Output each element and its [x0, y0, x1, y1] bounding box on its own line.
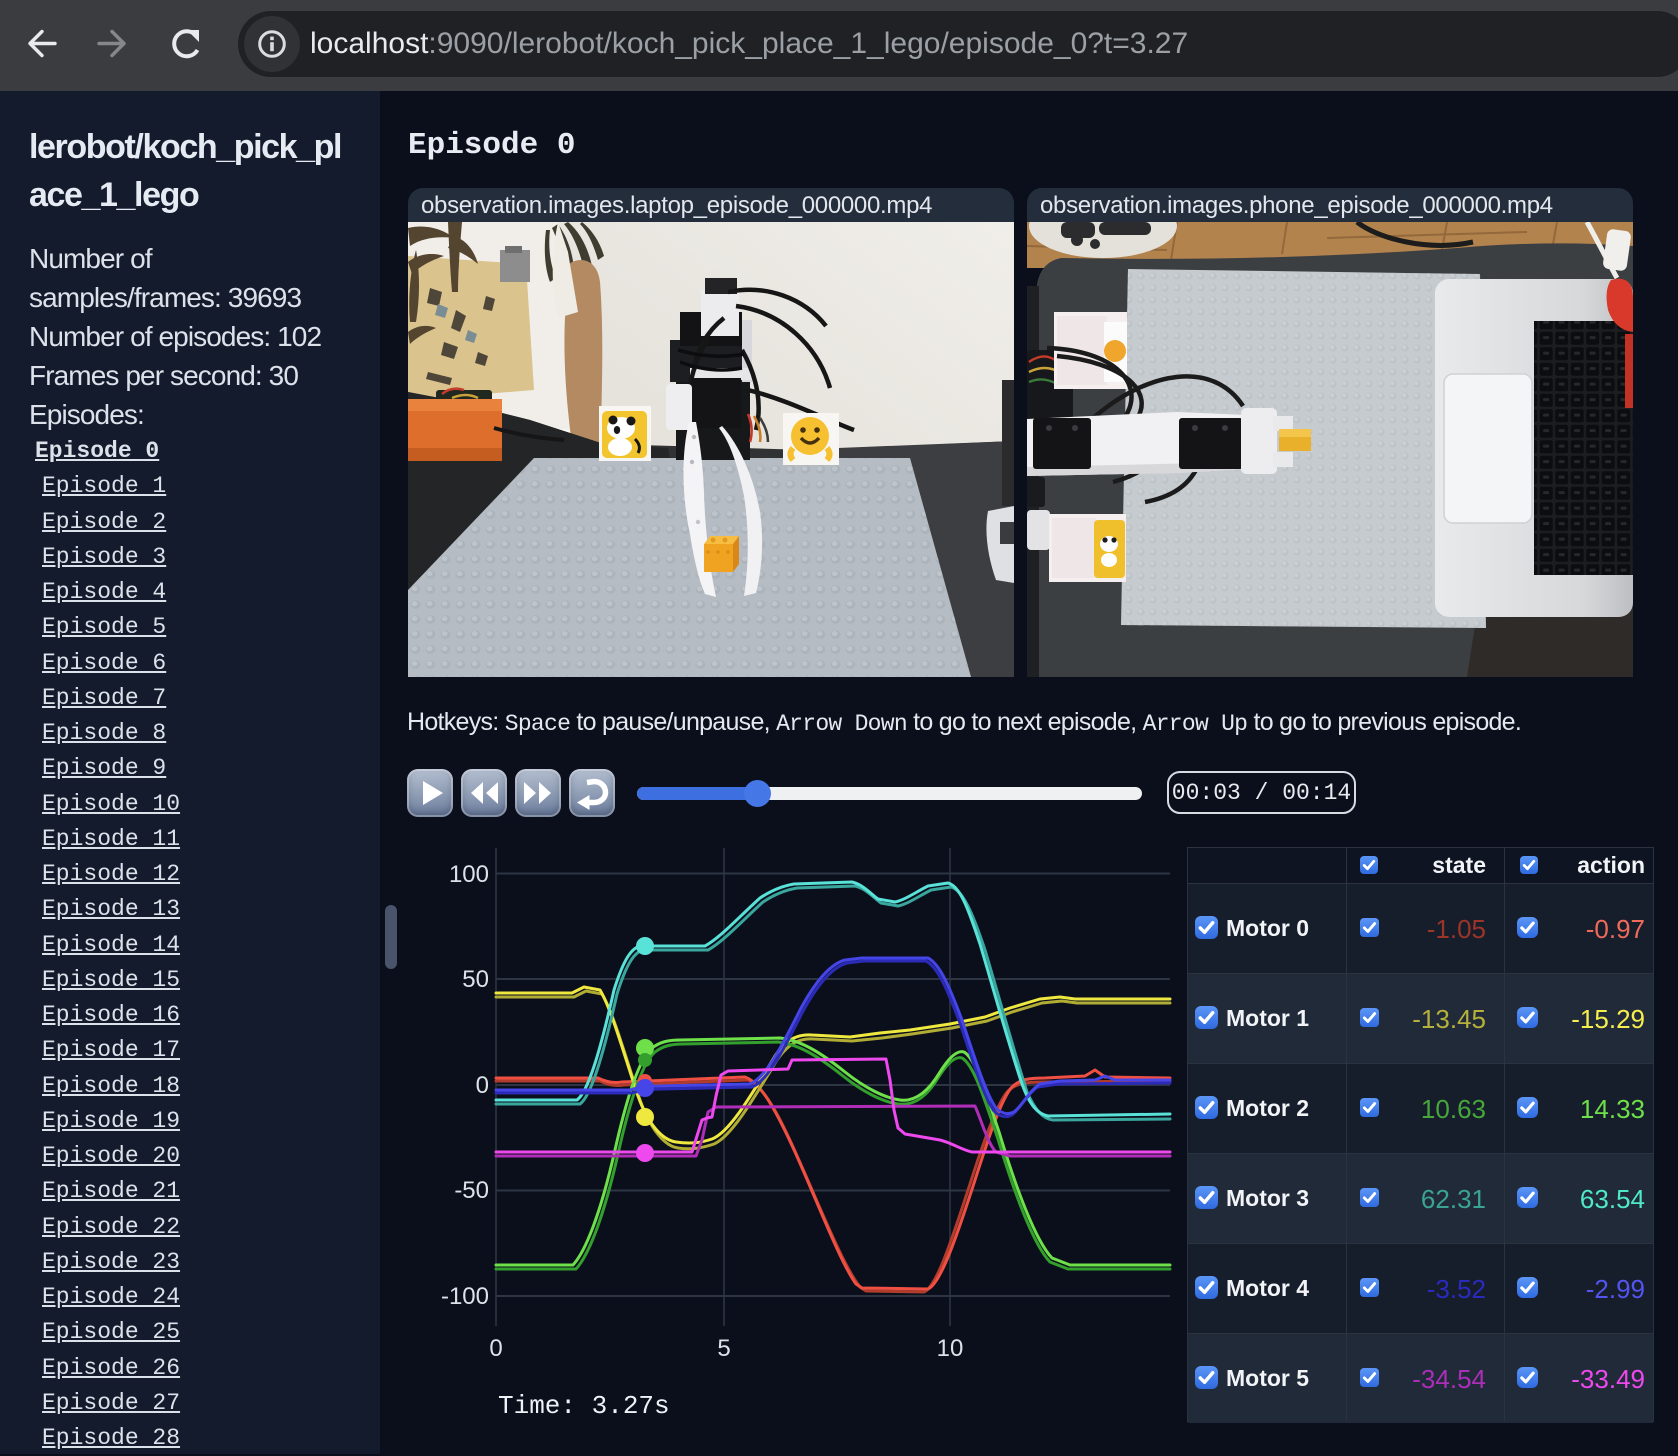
svg-text:-100: -100: [441, 1283, 489, 1310]
svg-text:-50: -50: [454, 1177, 489, 1204]
svg-text:10: 10: [937, 1335, 964, 1362]
svg-text:Time: 3.27s: Time: 3.27s: [498, 1391, 670, 1421]
svg-text:100: 100: [449, 861, 489, 888]
svg-text:50: 50: [462, 966, 489, 993]
svg-text:5: 5: [717, 1335, 730, 1362]
svg-text:0: 0: [476, 1072, 489, 1099]
svg-text:0: 0: [489, 1335, 502, 1362]
